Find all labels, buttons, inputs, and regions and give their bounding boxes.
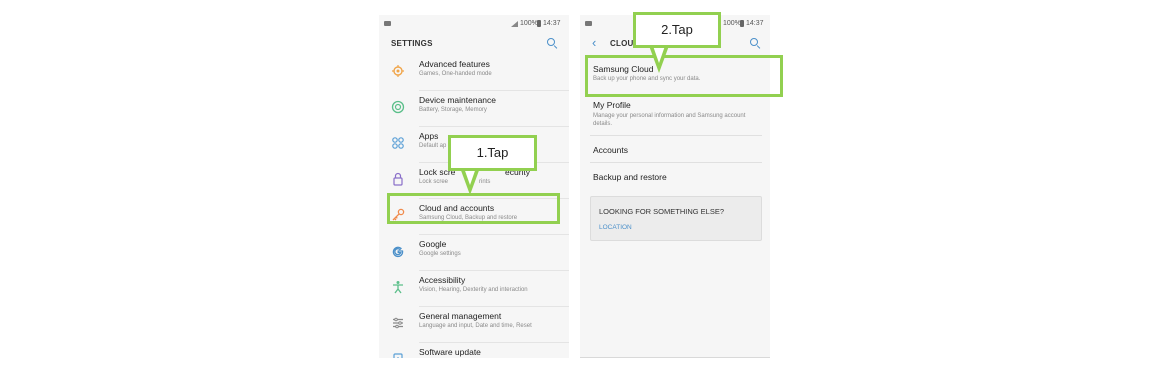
item-title: Backup and restore [593,172,667,182]
item-title: Software update [419,347,481,357]
battery-icon [537,20,541,27]
item-subtitle: Google settings [419,251,461,257]
item-title: Advanced features [419,59,490,69]
item-subtitle: Language and input, Date and time, Reset [419,323,532,329]
search-icon[interactable] [546,37,558,49]
item-subtitle: Default ap [419,143,447,149]
cloud-item-accounts[interactable]: Accounts [580,136,770,163]
settings-item-device-maintenance[interactable]: Device maintenance Battery, Storage, Mem… [379,91,569,127]
status-bar: 100% 14:37 [379,15,569,33]
tutorial-canvas: 100% 14:37 SETTINGS Advanced features Ga… [0,0,1156,373]
settings-item-google[interactable]: Google Google settings [379,235,569,271]
location-link[interactable]: LOCATION [599,224,632,231]
gallery-notification-icon [585,21,592,26]
settings-item-software-update[interactable]: Software update [379,343,569,358]
settings-item-accessibility[interactable]: Accessibility Vision, Hearing, Dexterity… [379,271,569,307]
settings-item-advanced-features[interactable]: Advanced features Games, One-handed mode [379,55,569,91]
advanced-features-icon [391,64,405,78]
status-time: 14:37 [746,20,764,27]
looking-for-something-else-card: LOOKING FOR SOMETHING ELSE? LOCATION [590,196,762,241]
callout-step-2: 2.Tap [633,12,721,48]
item-title: Apps [419,131,439,141]
settings-item-general-management[interactable]: General management Language and input, D… [379,307,569,343]
item-subtitle: Games, One-handed mode [419,71,492,77]
item-title: Google [419,239,447,249]
item-title: Accessibility [419,275,466,285]
cloud-item-backup-and-restore[interactable]: Backup and restore [580,163,770,190]
lock-icon [391,172,405,186]
status-time: 14:37 [543,20,561,27]
gallery-notification-icon [384,21,391,26]
item-title: My Profile [593,100,631,110]
item-subtitle: Vision, Hearing, Dexterity and interacti… [419,287,528,293]
battery-percent: 100% [723,20,741,27]
back-icon[interactable]: ‹ [592,36,596,50]
cloud-item-my-profile[interactable]: My Profile Manage your personal informat… [580,95,770,136]
callout-step-1: 1.Tap [448,135,537,171]
item-subtitle: Lock scree [419,179,449,185]
apps-icon [391,136,405,150]
item-title: General management [419,311,502,321]
signal-icon [511,21,518,27]
google-icon [391,244,405,258]
item-title: Device maintenance [419,95,497,105]
general-management-icon [391,316,405,330]
item-title: Accounts [593,145,628,155]
battery-percent: 100% [520,20,538,27]
battery-icon [740,20,744,27]
highlight-samsung-cloud [585,55,783,97]
device-maintenance-icon [391,100,405,114]
software-update-icon [391,352,405,358]
item-subtitle: Manage your personal information and Sam… [593,113,746,127]
page-title: SETTINGS [391,39,433,48]
item-subtitle: Battery, Storage, Memory [419,107,487,113]
card-title: LOOKING FOR SOMETHING ELSE? [599,207,725,216]
search-icon[interactable] [749,37,761,49]
highlight-cloud-and-accounts [387,193,560,224]
accessibility-icon [391,280,405,294]
